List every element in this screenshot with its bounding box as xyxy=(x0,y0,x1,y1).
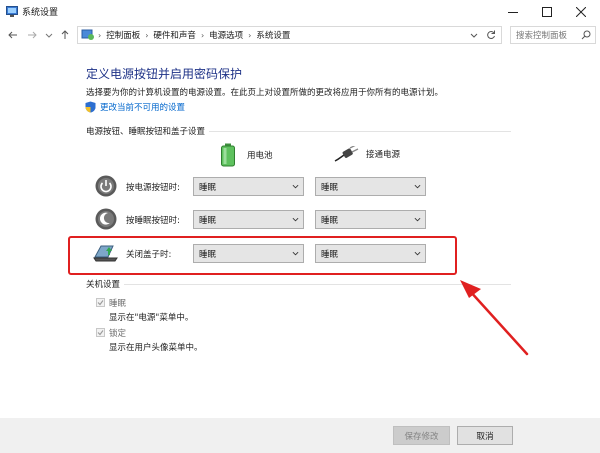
page-description: 选择要为你的计算机设置的电源设置。在此页上对设置所做的更改将应用于你所有的电源计… xyxy=(86,88,444,98)
sleep-checkbox-description: 显示在"电源"菜单中。 xyxy=(109,313,194,323)
breadcrumb-separator[interactable]: › xyxy=(245,31,254,40)
select-value: 睡眠 xyxy=(199,215,217,226)
breadcrumb-system-settings[interactable]: 系统设置 xyxy=(254,29,292,41)
select-value: 睡眠 xyxy=(321,182,339,193)
sleep-checkbox[interactable] xyxy=(96,298,105,307)
power-button-plugged-select[interactable]: 睡眠 xyxy=(315,177,426,196)
lock-checkbox-label: 锁定 xyxy=(109,329,127,339)
maximize-button[interactable] xyxy=(530,0,564,24)
address-bar[interactable]: › 控制面板 › 硬件和声音 › 电源选项 › 系统设置 xyxy=(77,26,502,44)
column-header-plugged-in: 接通电源 xyxy=(334,146,400,162)
sleep-button-label: 按睡眠按钮时: xyxy=(126,216,180,226)
change-settings-link-text[interactable]: 更改当前不可用的设置 xyxy=(100,101,185,113)
search-icon xyxy=(581,30,591,40)
forward-button[interactable] xyxy=(25,28,39,42)
arrow-right-icon xyxy=(28,31,37,39)
lock-checkbox-description: 显示在用户头像菜单中。 xyxy=(109,343,203,353)
window-title: 系统设置 xyxy=(22,8,59,18)
arrow-left-icon xyxy=(8,31,17,39)
lock-checkbox[interactable] xyxy=(96,328,105,337)
up-button[interactable] xyxy=(58,28,72,42)
breadcrumb-hardware-sound[interactable]: 硬件和声音 xyxy=(151,29,198,41)
search-placeholder: 搜索控制面板 xyxy=(516,31,568,41)
chevron-down-icon xyxy=(292,184,299,189)
power-button-label: 按电源按钮时: xyxy=(126,183,180,193)
save-changes-button[interactable]: 保存修改 xyxy=(393,426,450,445)
sleep-button-plugged-select[interactable]: 睡眠 xyxy=(315,210,426,229)
close-icon xyxy=(576,7,586,17)
checkmark-icon xyxy=(97,300,104,306)
shutdown-section-title: 关机设置 xyxy=(86,278,125,290)
chevron-down-icon xyxy=(292,217,299,222)
breadcrumb-separator: › xyxy=(98,30,102,40)
section-divider xyxy=(86,284,511,285)
arrow-up-icon xyxy=(61,30,69,39)
page-title: 定义电源按钮并启用密码保护 xyxy=(86,67,243,81)
select-value: 睡眠 xyxy=(199,182,217,193)
chevron-down-icon xyxy=(414,184,421,189)
sleep-button-icon xyxy=(95,208,117,230)
column-header-battery: 用电池 xyxy=(220,143,273,167)
back-button[interactable] xyxy=(6,28,20,42)
chevron-down-icon xyxy=(414,217,421,222)
breadcrumb-control-panel[interactable]: 控制面板 xyxy=(104,29,142,41)
power-section-title: 电源按钮、睡眠按钮和盖子设置 xyxy=(86,125,210,137)
minimize-button[interactable] xyxy=(496,0,530,24)
cancel-button[interactable]: 取消 xyxy=(457,426,513,445)
power-button-battery-select[interactable]: 睡眠 xyxy=(193,177,304,196)
chevron-down-icon[interactable] xyxy=(470,31,478,39)
battery-label: 用电池 xyxy=(247,151,273,161)
breadcrumb-separator[interactable]: › xyxy=(142,31,151,40)
battery-icon xyxy=(221,143,235,167)
minimize-icon xyxy=(508,12,518,13)
sleep-button-battery-select[interactable]: 睡眠 xyxy=(193,210,304,229)
control-panel-icon xyxy=(81,29,94,40)
annotation-arrow xyxy=(460,280,529,356)
control-panel-icon xyxy=(6,6,18,17)
close-button[interactable] xyxy=(564,0,598,24)
select-value: 睡眠 xyxy=(321,215,339,226)
sleep-checkbox-label: 睡眠 xyxy=(109,299,127,309)
change-settings-link[interactable]: 更改当前不可用的设置 xyxy=(85,101,185,113)
chevron-down-icon xyxy=(45,33,53,38)
maximize-icon xyxy=(542,7,552,17)
refresh-icon[interactable] xyxy=(486,30,496,40)
search-input[interactable]: 搜索控制面板 xyxy=(510,26,596,44)
highlight-box xyxy=(68,236,457,275)
plugged-in-label: 接通电源 xyxy=(366,150,401,160)
breadcrumb-power-options[interactable]: 电源选项 xyxy=(207,29,245,41)
power-plug-icon xyxy=(334,146,359,162)
recent-locations-button[interactable] xyxy=(42,28,56,42)
uac-shield-icon xyxy=(85,101,96,113)
checkmark-icon xyxy=(97,330,104,336)
breadcrumb-separator[interactable]: › xyxy=(198,31,207,40)
power-button-icon xyxy=(95,175,117,197)
